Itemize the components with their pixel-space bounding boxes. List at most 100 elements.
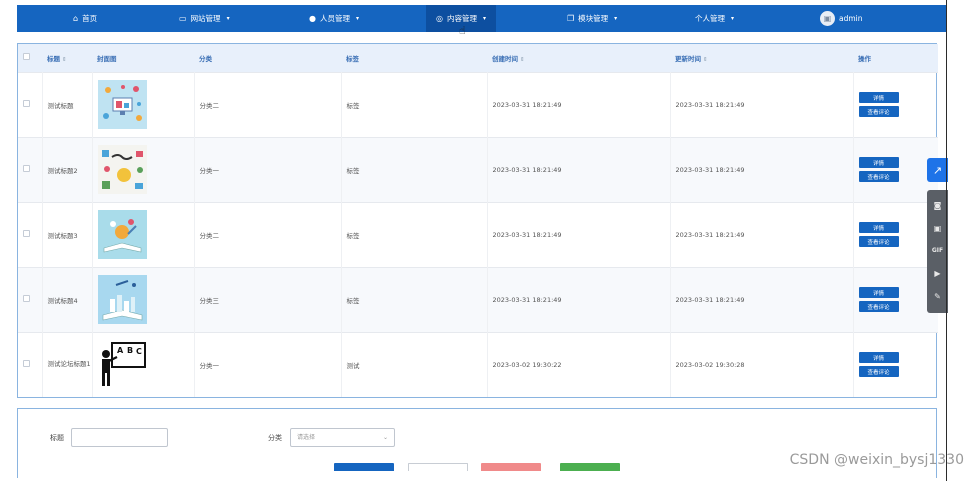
svg-text:A: A <box>117 346 124 355</box>
row-tag: 测试 <box>340 332 487 397</box>
title-label: 标题 <box>50 434 64 442</box>
title-search-input[interactable] <box>71 428 168 447</box>
nav-item-label: 人员管理 <box>319 14 350 23</box>
svg-text:C: C <box>136 347 142 356</box>
column-header-cover: 封面图 <box>97 54 117 63</box>
row-category: 分类三 <box>193 267 341 332</box>
table-row: 测试标题 分类二 标签 2023-03-31 18:21:49 2023-03-… <box>18 72 938 137</box>
row-updated-time: 2023-03-31 18:21:49 <box>669 267 853 332</box>
video-icon[interactable]: ▶ <box>934 269 940 278</box>
column-header-created[interactable]: 创建时间 ⇕ <box>487 44 670 72</box>
screenshot-icon[interactable]: ▣ <box>934 225 942 233</box>
column-header-updated[interactable]: 更新时间 ⇕ <box>670 44 853 72</box>
view-comments-button[interactable]: 查看评论 <box>858 106 899 117</box>
home-icon: ⌂ <box>73 13 79 23</box>
view-comments-button[interactable]: 查看评论 <box>858 366 899 378</box>
nav-item-module-management[interactable]: ❐ 模块管理 ▾ <box>567 5 617 32</box>
chevron-down-icon: ▾ <box>482 15 486 22</box>
row-checkbox[interactable] <box>23 230 30 237</box>
cover-image-1 <box>97 80 147 129</box>
monitor-icon: ▭ <box>179 13 187 23</box>
row-created-time: 2023-03-02 19:30:22 <box>486 332 670 397</box>
nav-item-label: 首页 <box>82 14 98 23</box>
window-edge-divider <box>946 0 947 481</box>
pen-icon[interactable]: ✎ <box>934 293 941 301</box>
nav-item-label: 网站管理 <box>190 14 221 23</box>
add-button[interactable] <box>560 463 620 471</box>
row-created-time: 2023-03-31 18:21:49 <box>486 137 670 202</box>
svg-text:B: B <box>127 346 133 355</box>
table-header-row: 标题 ⇕ 封面图 分类 标签 创建时间 ⇕ 更新时间 ⇕ 操作 <box>18 44 938 72</box>
sort-icon[interactable]: ⇕ <box>520 57 525 63</box>
row-checkbox[interactable] <box>23 360 30 368</box>
nav-item-home[interactable]: ⌂ 首页 <box>73 5 97 32</box>
view-comments-button[interactable]: 查看评论 <box>858 236 899 247</box>
cover-image-4 <box>97 275 147 324</box>
detail-button[interactable]: 详情 <box>858 352 899 364</box>
row-updated-time: 2023-03-02 19:30:28 <box>669 332 853 397</box>
row-created-time: 2023-03-31 18:21:49 <box>486 267 670 332</box>
user-menu[interactable]: ▣ admin <box>820 5 863 32</box>
row-category: 分类二 <box>193 202 341 267</box>
search-button[interactable] <box>334 463 394 471</box>
cover-image-3 <box>97 210 147 259</box>
detail-button[interactable]: 详情 <box>858 92 899 103</box>
view-comments-button[interactable]: 查看评论 <box>858 301 899 312</box>
row-title: 测试标题4 <box>41 267 92 332</box>
nav-item-site-management[interactable]: ▭ 网站管理 ▾ <box>179 5 230 32</box>
table-row: 测试论坛标题1 A B C 分类一 测试 2023-03-02 19:30:22… <box>18 332 938 397</box>
sort-icon[interactable]: ⇕ <box>62 57 67 63</box>
select-all-checkbox[interactable] <box>23 53 30 61</box>
column-header-tag: 标签 <box>346 54 359 63</box>
row-category: 分类二 <box>193 72 341 137</box>
row-title: 测试标题3 <box>41 202 92 267</box>
row-category: 分类一 <box>193 137 341 202</box>
row-checkbox[interactable] <box>23 295 30 302</box>
chevron-down-icon: ⌄ <box>382 434 388 441</box>
top-navigation: ⌂ 首页 ▭ 网站管理 ▾ ● 人员管理 ▾ ◎ 内容管理 ▾ ❐ 模块管理 ▾… <box>17 5 946 32</box>
table-row: 测试标题2 分类一 标签 2023-03-31 18:21:49 2023-03… <box>18 137 938 202</box>
view-comments-button[interactable]: 查看评论 <box>858 171 899 182</box>
share-icon[interactable]: ↗ <box>927 158 948 182</box>
nav-item-label: 个人管理 <box>695 14 725 23</box>
row-tag: 标签 <box>340 72 487 137</box>
category-select[interactable]: 请选择 ⌄ <box>290 428 395 447</box>
category-select-placeholder: 请选择 <box>297 434 316 441</box>
detail-button[interactable]: 详情 <box>858 287 899 298</box>
chevron-down-icon: ▾ <box>731 15 735 22</box>
copy-icon: ❐ <box>567 13 575 23</box>
chat-icon: ◎ <box>436 13 443 23</box>
watermark: CSDN @weixin_bysj1330 <box>789 452 964 468</box>
username: admin <box>839 14 863 23</box>
row-category: 分类一 <box>193 332 341 397</box>
row-title: 测试标题2 <box>41 137 92 202</box>
nav-item-staff-management[interactable]: ● 人员管理 ▾ <box>309 5 359 32</box>
row-updated-time: 2023-03-31 18:21:49 <box>669 202 853 267</box>
row-updated-time: 2023-03-31 18:21:49 <box>669 137 853 202</box>
nav-item-personal-management[interactable]: 个人管理 ▾ <box>695 5 734 32</box>
reset-button[interactable] <box>408 463 468 471</box>
table-row: 测试标题3 分类二 标签 2023-03-31 18:21:49 2023-03… <box>18 202 938 267</box>
row-created-time: 2023-03-31 18:21:49 <box>486 202 670 267</box>
row-checkbox[interactable] <box>23 100 30 107</box>
cover-image-5: A B C <box>97 340 147 390</box>
nav-item-label: 内容管理 <box>446 14 477 23</box>
row-created-time: 2023-03-31 18:21:49 <box>486 72 670 137</box>
column-header-title[interactable]: 标题 ⇕ <box>42 44 92 72</box>
column-header-category: 分类 <box>199 54 212 63</box>
detail-button[interactable]: 详情 <box>858 222 899 233</box>
delete-button[interactable] <box>481 463 541 471</box>
row-tag: 标签 <box>340 267 487 332</box>
sort-icon[interactable]: ⇕ <box>703 57 708 63</box>
avatar: ▣ <box>820 11 835 26</box>
row-tag: 标签 <box>340 137 487 202</box>
row-updated-time: 2023-03-31 18:21:49 <box>669 72 853 137</box>
category-label: 分类 <box>268 434 282 442</box>
pointer-cursor-icon: ☝ <box>459 24 466 37</box>
content-table-panel: 标题 ⇕ 封面图 分类 标签 创建时间 ⇕ 更新时间 ⇕ 操作 测试标题 分类二… <box>17 43 938 398</box>
detail-button[interactable]: 详情 <box>858 157 899 168</box>
camera-icon[interactable]: ◙ <box>934 201 942 210</box>
row-checkbox[interactable] <box>23 165 30 172</box>
chevron-down-icon: ▾ <box>226 15 230 22</box>
gif-icon[interactable]: GIF <box>932 248 943 254</box>
